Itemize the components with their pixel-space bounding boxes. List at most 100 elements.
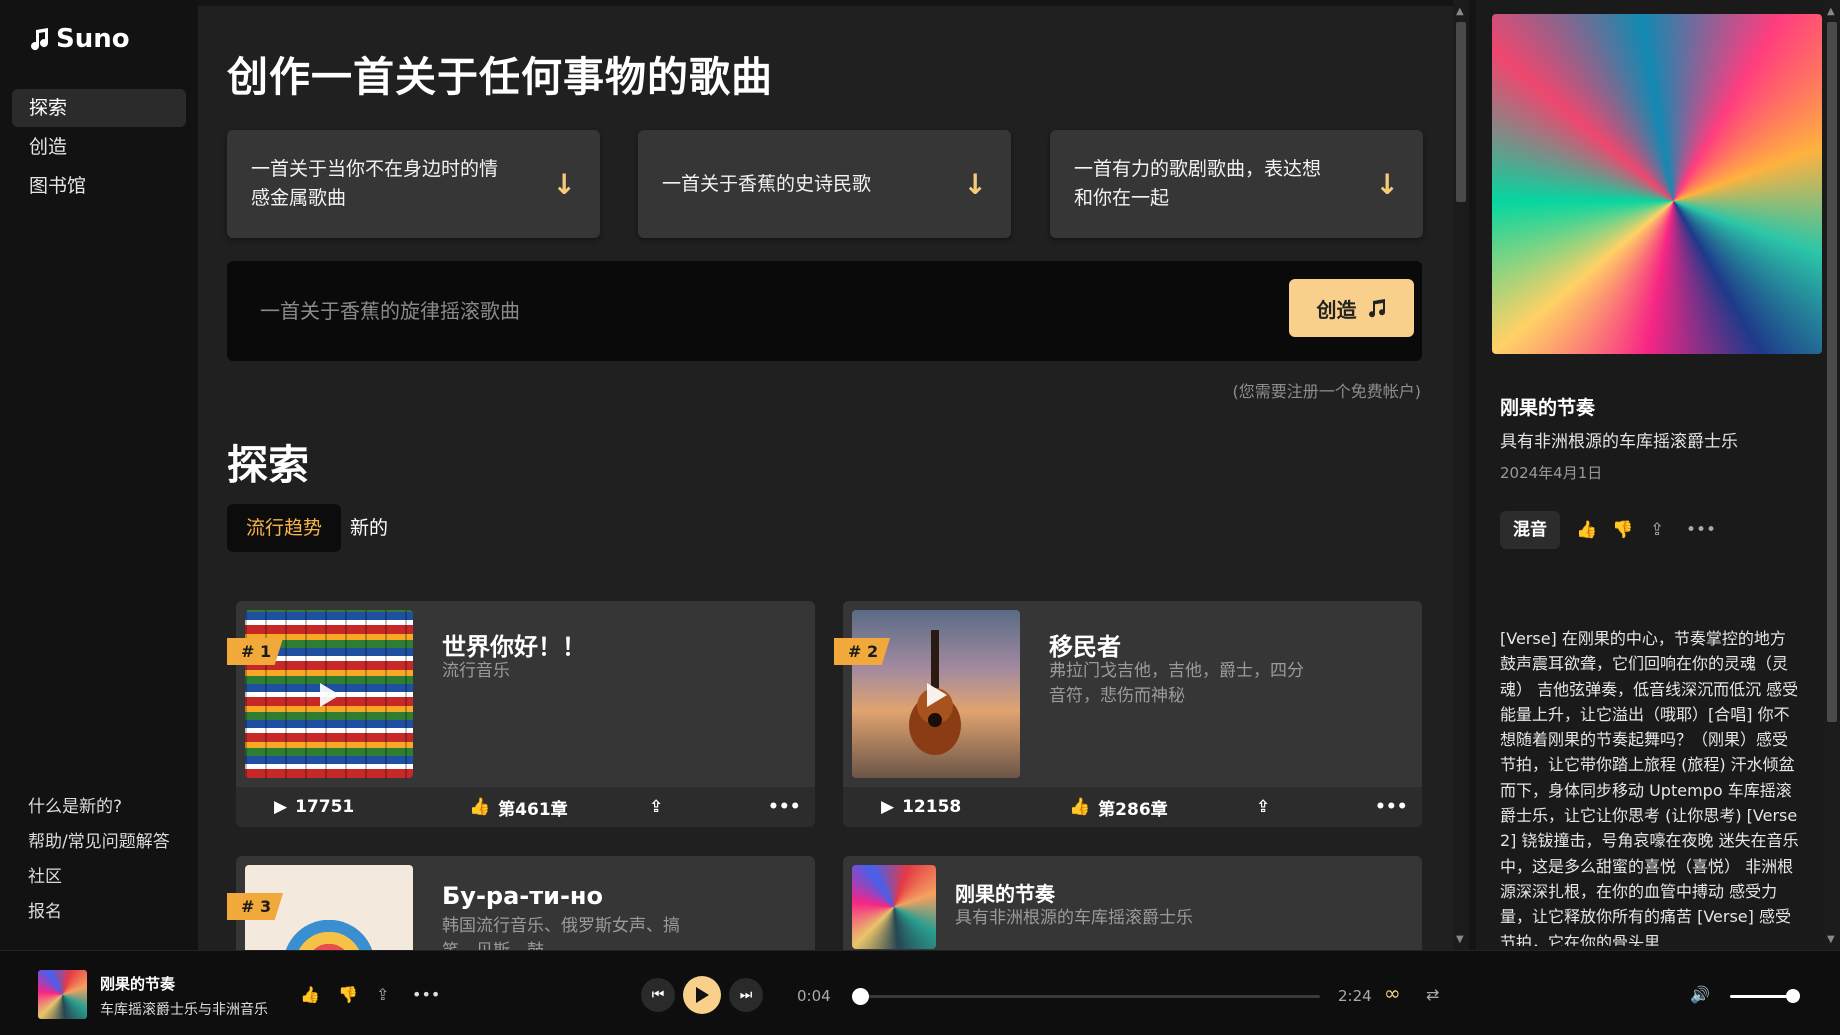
remix-button[interactable]: 混音: [1500, 511, 1560, 549]
previous-button[interactable]: ⏮: [641, 978, 675, 1012]
thumbs-up-icon[interactable]: 👍: [1576, 520, 1597, 540]
like-count[interactable]: 👍 第461章: [469, 795, 568, 820]
song-detail-panel: 刚果的节奏 具有非洲根源的车库摇滚爵士乐 2024年4月1日 混音 👍 👎 ⇪ …: [1476, 0, 1840, 950]
play-icon: ▶: [881, 797, 895, 817]
page-title: 创作一首关于任何事物的歌曲: [227, 53, 773, 101]
scroll-down-icon[interactable]: ▼: [1456, 934, 1464, 945]
scrollbar-thumb[interactable]: [1827, 22, 1837, 722]
sidebar-item-create[interactable]: 创造: [12, 128, 186, 166]
duration: 2:24: [1338, 987, 1372, 1005]
music-note-icon: [31, 28, 49, 51]
community-link[interactable]: 社区: [28, 860, 170, 895]
main-scrollbar[interactable]: ▲ ▼: [1453, 0, 1469, 950]
share-icon[interactable]: ⇪: [649, 797, 663, 817]
song-card[interactable]: 世界你好！！ 流行音乐 ▶ 17751 👍 第461章 ⇪ •••: [236, 601, 815, 827]
suggestion-card[interactable]: 一首有力的歌剧歌曲，表达想和你在一起 ↓: [1050, 130, 1423, 238]
player-cover[interactable]: [38, 970, 87, 1019]
panel-scrollbar[interactable]: ▲ ▼: [1824, 0, 1840, 950]
next-button[interactable]: ⏭: [729, 978, 763, 1012]
player-bar: 刚果的节奏 车库摇滚爵士乐与非洲音乐 👍 👎 ⇪ ••• ⏮ ⏭ 0:04 2:…: [0, 950, 1840, 1035]
arrow-down-icon: ↓: [963, 167, 987, 201]
sidebar: Suno 探索 创造 图书馆 什么是新的? 帮助/常见问题解答 社区 报名: [0, 0, 198, 950]
song-title[interactable]: Бу-ра-ти-но: [442, 882, 603, 910]
song-card[interactable]: Бу-ра-ти-но 韩国流行音乐、俄罗斯女声、搞笑、贝斯、鼓: [236, 856, 815, 950]
explore-heading: 探索: [227, 441, 309, 489]
current-time: 0:04: [797, 987, 831, 1005]
detail-title: 刚果的节奏: [1500, 397, 1596, 419]
more-icon[interactable]: •••: [1686, 520, 1716, 540]
sidebar-item-explore[interactable]: 探索: [12, 89, 186, 127]
prompt-box: 创造: [227, 261, 1422, 361]
scroll-down-icon[interactable]: ▼: [1827, 934, 1835, 945]
song-title[interactable]: 世界你好！！: [442, 627, 586, 662]
detail-cover-art: [1492, 14, 1822, 354]
thumbs-up-icon: 👍: [469, 797, 491, 817]
progress-knob[interactable]: [852, 988, 869, 1005]
help-faq-link[interactable]: 帮助/常见问题解答: [28, 825, 170, 860]
signup-note: (您需要注册一个免费帐户): [1232, 382, 1422, 401]
scroll-up-icon[interactable]: ▲: [1456, 6, 1464, 17]
song-cover-flags[interactable]: [245, 610, 413, 778]
create-button-label: 创造: [1316, 297, 1357, 322]
arrow-down-icon: ↓: [1375, 167, 1399, 201]
player-subtitle: 车库摇滚爵士乐与非洲音乐: [100, 1002, 268, 1018]
sidebar-footer: 什么是新的? 帮助/常见问题解答 社区 报名: [28, 790, 170, 930]
whats-new-link[interactable]: 什么是新的?: [28, 790, 170, 825]
share-icon[interactable]: ⇪: [376, 985, 389, 1004]
play-count-value: 17751: [295, 797, 355, 817]
player-title[interactable]: 刚果的节奏: [100, 973, 175, 994]
detail-date: 2024年4月1日: [1500, 464, 1603, 482]
thumbs-down-icon[interactable]: 👎: [1612, 520, 1633, 540]
play-count-value: 12158: [902, 797, 962, 817]
play-count[interactable]: ▶ 12158: [881, 797, 961, 817]
play-button[interactable]: [683, 976, 721, 1014]
share-icon[interactable]: ⇪: [1650, 520, 1664, 540]
song-title[interactable]: 移民者: [1049, 627, 1121, 662]
play-overlay-icon[interactable]: [320, 683, 340, 707]
more-icon[interactable]: •••: [412, 985, 440, 1004]
more-icon[interactable]: •••: [768, 797, 801, 817]
scroll-up-icon[interactable]: ▲: [1827, 6, 1835, 17]
sidebar-item-library[interactable]: 图书馆: [12, 167, 186, 205]
rank-badge: # 1: [227, 638, 284, 665]
scrollbar-thumb[interactable]: [1456, 22, 1466, 202]
create-button[interactable]: 创造: [1289, 279, 1414, 337]
song-card[interactable]: 移民者 弗拉门戈吉他，吉他，爵士，四分音符，悲伤而神秘 ▶ 12158 👍 第286…: [843, 601, 1422, 827]
signup-link[interactable]: 报名: [28, 895, 170, 930]
song-actions: ▶ 12158 👍 第286章 ⇪ •••: [843, 787, 1422, 827]
play-count[interactable]: ▶ 17751: [274, 797, 354, 817]
song-prompt-input[interactable]: [227, 261, 1227, 361]
tab-new[interactable]: 新的: [331, 504, 407, 552]
song-card[interactable]: 刚果的节奏 具有非洲根源的车库摇滚爵士乐: [843, 856, 1422, 950]
loop-icon[interactable]: ∞: [1384, 981, 1401, 1005]
main-content: 创作一首关于任何事物的歌曲 一首关于当你不在身边时的情感金属歌曲 ↓ 一首关于香…: [198, 6, 1453, 950]
progress-track[interactable]: [858, 995, 1320, 998]
skip-back-icon: ⏮: [651, 987, 665, 1003]
like-count-value: 第286章: [1098, 799, 1168, 820]
skip-forward-icon: ⏭: [739, 987, 753, 1003]
logo[interactable]: Suno: [28, 24, 130, 54]
thumbs-up-icon[interactable]: 👍: [300, 985, 320, 1004]
volume-knob[interactable]: [1786, 989, 1800, 1003]
share-icon[interactable]: ⇪: [1256, 797, 1270, 817]
play-overlay-icon[interactable]: [927, 683, 947, 707]
song-genre: 弗拉门戈吉他，吉他，爵士，四分音符，悲伤而神秘: [1049, 661, 1304, 706]
song-title[interactable]: 刚果的节奏: [955, 878, 1055, 907]
like-count-value: 第461章: [498, 799, 568, 820]
song-genre: 韩国流行音乐、俄罗斯女声、搞笑、贝斯、鼓: [442, 916, 680, 950]
song-cover-swirl[interactable]: [852, 865, 936, 949]
song-cover-guitar[interactable]: [852, 610, 1020, 778]
song-genre: 流行音乐: [442, 661, 510, 681]
volume-icon[interactable]: 🔊: [1690, 985, 1710, 1004]
song-genre: 具有非洲根源的车库摇滚爵士乐: [955, 908, 1193, 928]
app-root: Suno 探索 创造 图书馆 什么是新的? 帮助/常见问题解答 社区 报名 创作…: [0, 0, 1840, 1035]
suggestion-card[interactable]: 一首关于当你不在身边时的情感金属歌曲 ↓: [227, 130, 600, 238]
suggestion-card[interactable]: 一首关于香蕉的史诗民歌 ↓: [638, 130, 1011, 238]
repeat-icon[interactable]: ⇄: [1426, 985, 1439, 1004]
thumbs-down-icon[interactable]: 👎: [338, 985, 358, 1004]
more-icon[interactable]: •••: [1375, 797, 1408, 817]
like-count[interactable]: 👍 第286章: [1069, 795, 1168, 820]
tab-trending[interactable]: 流行趋势: [227, 504, 342, 552]
song-actions: ▶ 17751 👍 第461章 ⇪ •••: [236, 787, 815, 827]
play-icon: ▶: [274, 797, 288, 817]
